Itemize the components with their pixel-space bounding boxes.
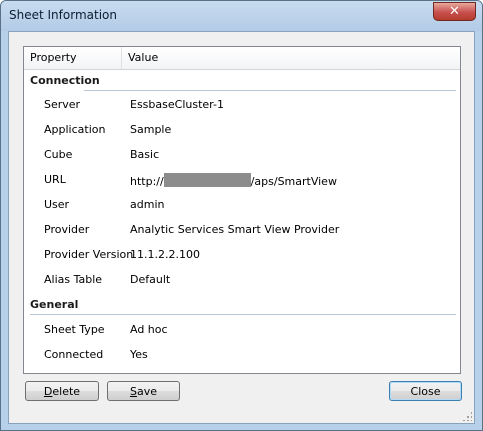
delete-label-rest: elete [52,384,81,398]
window-close-button[interactable]: ✕ [433,2,476,21]
section-label: Connection [30,74,100,87]
property-name: Provider Version [44,248,134,261]
property-value: 11.1.2.2.100 [130,248,200,261]
section-label: General [30,298,79,311]
property-value: Basic [130,148,160,161]
property-name: Application [44,123,106,136]
property-value: Analytic Services Smart View Provider [130,223,340,236]
table-row[interactable]: Application Sample [24,117,460,142]
property-name: Cube [44,148,73,161]
save-label-rest: ave [136,384,157,398]
window-title: Sheet Information [9,8,117,22]
table-row[interactable]: Sheet Type Ad hoc [24,317,460,342]
list-header: Property Value [24,47,460,70]
title-bar[interactable]: Sheet Information ✕ [1,1,482,31]
section-divider [30,314,456,315]
url-suffix: /aps/SmartView [250,175,337,188]
close-icon: ✕ [449,4,460,19]
column-header-property[interactable]: Property [24,47,122,69]
close-button[interactable]: Close [389,381,462,401]
property-name: Connected [44,348,104,361]
table-row[interactable]: User admin [24,192,460,217]
table-row[interactable]: Alias Table Default [24,267,460,292]
dialog-client-area: Property Value Connection Server Essbase… [8,31,475,424]
section-general: General [24,294,460,316]
url-prefix: http:// [130,175,164,188]
property-name: Provider [44,223,90,236]
save-button[interactable]: Save [107,381,180,401]
property-name: URL [44,173,66,186]
property-value: EssbaseCluster-1 [130,98,224,111]
property-name: Sheet Type [44,323,105,336]
delete-button[interactable]: Delete [25,381,99,401]
properties-list[interactable]: Property Value Connection Server Essbase… [23,46,461,374]
table-row[interactable]: Server EssbaseCluster-1 [24,92,460,117]
property-value: Ad hoc [130,323,168,336]
section-connection: Connection [24,70,460,92]
table-row[interactable]: Provider Analytic Services Smart View Pr… [24,217,460,242]
table-row[interactable]: Provider Version 11.1.2.2.100 [24,242,460,267]
section-divider [84,90,456,91]
table-row[interactable]: URL http:// /aps/SmartView [24,167,460,192]
table-row[interactable]: Connected Yes [24,342,460,367]
property-value: admin [130,198,165,211]
property-value: Yes [130,348,148,361]
redacted-hostname [163,173,251,187]
property-name: Server [44,98,81,111]
resize-grip-icon[interactable] [462,411,472,421]
property-value: http:// /aps/SmartView [130,173,337,188]
property-value: Default [130,273,171,286]
property-name: Alias Table [44,273,103,286]
property-value: Sample [130,123,172,136]
property-name: User [44,198,70,211]
column-header-value[interactable]: Value [122,47,460,69]
delete-mnemonic: D [43,384,53,398]
table-row[interactable]: Cube Basic [24,142,460,167]
save-mnemonic: S [129,384,137,398]
sheet-information-dialog: Sheet Information ✕ Property Value Conne… [0,0,483,431]
